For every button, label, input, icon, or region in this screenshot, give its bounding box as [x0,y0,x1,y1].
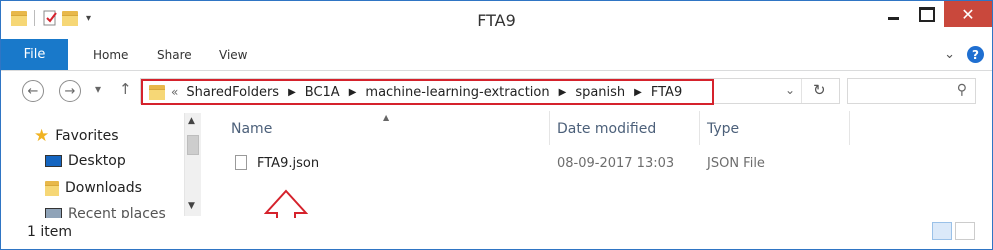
window-title: FTA9 [477,11,516,30]
explorer-window: ▾ FTA9 ✕ File Home Share View ⌄ ? ← → ▾ … [0,0,993,250]
chevron-right-icon[interactable]: ▶ [559,87,567,98]
tab-share[interactable]: Share [157,48,192,62]
nav-item-recent-places[interactable]: Recent places [45,206,166,218]
recent-places-icon [45,208,62,218]
file-name[interactable]: FTA9.json [257,156,319,171]
breadcrumb-item[interactable]: BC1A [305,85,340,100]
close-button[interactable]: ✕ [944,1,992,27]
nav-item-label: Desktop [68,153,126,169]
sort-ascending-icon: ▲ [383,113,390,122]
item-count: 1 item [27,224,72,240]
star-icon: ★ [34,126,50,146]
address-dropdown-icon[interactable]: ⌄ [785,83,795,97]
refresh-icon[interactable]: ↻ [813,81,826,99]
large-icons-view-icon[interactable] [955,222,975,240]
navigation-bar: ← → ▾ ↑ « SharedFolders ▶ BC1A ▶ machine… [1,71,992,111]
file-row[interactable]: FTA9.json 08-09-2017 13:03 JSON File [202,151,852,173]
search-icon[interactable]: ⚲ [957,82,967,98]
forward-button[interactable]: → [59,80,81,102]
scroll-down-icon[interactable]: ▼ [188,201,195,211]
breadcrumb-item[interactable]: FTA9 [651,85,682,100]
file-list: ▲ Name Date modified Type FTA9.json 08-0… [202,111,992,218]
nav-item-desktop[interactable]: Desktop [45,153,126,169]
breadcrumb-item[interactable]: machine-learning-extraction [365,85,549,100]
window-controls: ✕ [876,1,992,27]
address-bar[interactable]: « SharedFolders ▶ BC1A ▶ machine-learnin… [140,78,840,105]
breadcrumb-item[interactable]: spanish [575,85,625,100]
breadcrumb-item[interactable]: SharedFolders [186,85,279,100]
back-button[interactable]: ← [22,80,44,102]
chevron-right-icon[interactable]: ▶ [349,87,357,98]
tab-file[interactable]: File [1,39,68,70]
downloads-folder-icon [45,181,59,196]
search-box[interactable]: ⚲ [847,78,976,104]
details-view-icon[interactable] [932,222,952,240]
file-date: 08-09-2017 13:03 [557,156,675,171]
folder-icon [149,85,165,100]
file-type: JSON File [707,156,765,171]
maximize-button[interactable] [910,1,944,27]
up-arrow-icon[interactable]: ↑ [119,80,132,98]
nav-item-downloads[interactable]: Downloads [45,180,142,196]
file-icon [235,155,247,170]
nav-item-label: Favorites [55,128,119,144]
chevron-right-icon[interactable]: ▶ [634,87,642,98]
nav-item-favorites[interactable]: ★ Favorites [34,126,119,146]
help-icon[interactable]: ? [967,46,984,63]
recent-locations-icon[interactable]: ▾ [95,82,101,96]
scroll-up-icon[interactable]: ▲ [188,116,195,126]
breadcrumb: « SharedFolders ▶ BC1A ▶ machine-learnin… [141,79,714,105]
desktop-icon [45,155,62,167]
column-header-date-modified[interactable]: Date modified [557,121,656,137]
minimize-button[interactable] [876,1,910,27]
navigation-pane: ★ Favorites Desktop Downloads Recent pla… [1,111,184,218]
nav-item-label: Recent places [68,206,166,218]
title-bar: ▾ FTA9 ✕ [1,1,992,39]
column-header-name[interactable]: Name [231,121,272,137]
nav-item-label: Downloads [65,180,142,196]
overflow-chevron-icon[interactable]: « [171,85,178,99]
tab-home[interactable]: Home [93,48,128,62]
status-bar: 1 item [1,218,992,249]
scrollbar-thumb[interactable] [187,135,199,155]
nav-pane-scrollbar[interactable]: ▲ ▼ [184,113,201,216]
tab-view[interactable]: View [219,48,247,62]
column-header-type[interactable]: Type [707,121,739,137]
chevron-right-icon[interactable]: ▶ [288,87,296,98]
ribbon-tabs: File Home Share View ⌄ ? [1,39,992,71]
expand-ribbon-icon[interactable]: ⌄ [944,47,955,62]
